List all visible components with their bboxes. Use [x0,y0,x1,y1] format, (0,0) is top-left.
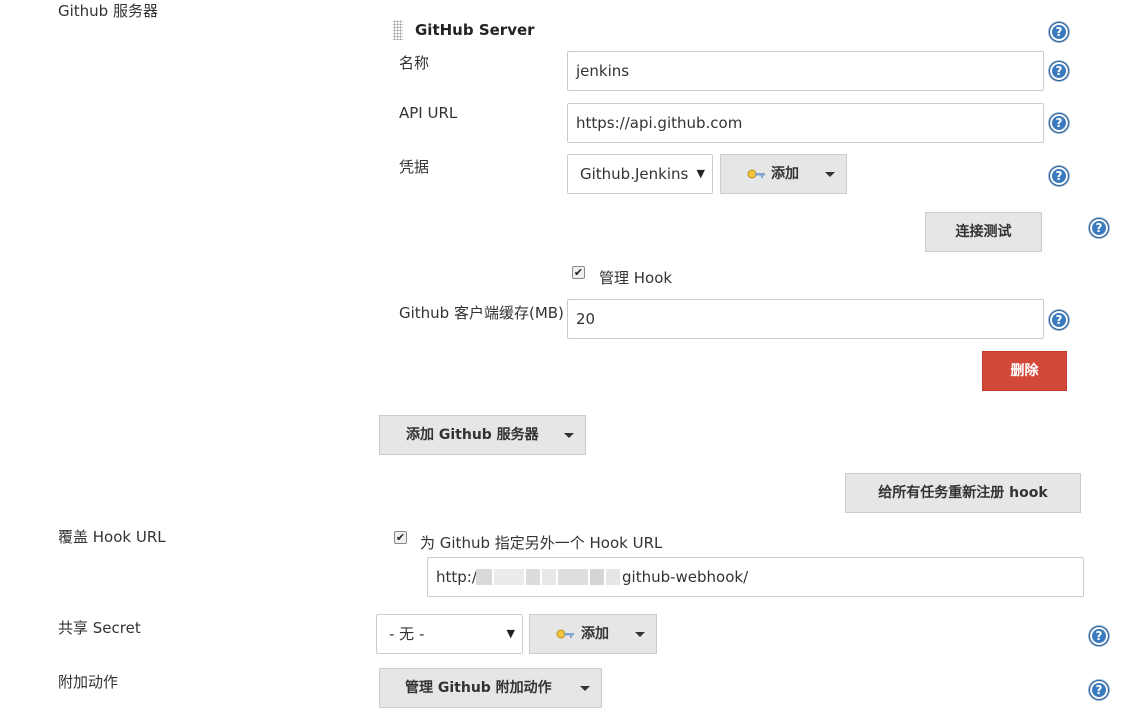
additional-actions-label: 附加动作 [58,673,119,691]
name-input[interactable]: jenkins [567,51,1044,91]
chevron-down-icon [635,632,645,637]
key-icon [747,169,765,179]
credentials-label: 凭据 [399,158,430,176]
redacted-block [558,569,588,585]
api-url-input[interactable]: https://api.github.com [567,103,1044,143]
add-credentials-button[interactable]: 添加 [720,154,847,194]
server-title: GitHub Server [415,21,535,39]
redacted-block [526,569,540,585]
help-icon[interactable]: ? [1049,166,1069,186]
name-label: 名称 [399,54,430,72]
override-hook-checkbox[interactable]: ✔ [394,531,407,544]
redacted-block [476,569,492,585]
manage-additional-actions-button[interactable]: 管理 Github 附加动作 [379,668,602,708]
key-icon [556,629,574,639]
chevron-down-icon [825,172,835,177]
test-connection-button[interactable]: 连接测试 [925,212,1042,252]
redacted-block [542,569,556,585]
redacted-block [590,569,604,585]
redacted-block [606,569,620,585]
add-secret-button[interactable]: 添加 [529,614,657,654]
reregister-hooks-button[interactable]: 给所有任务重新注册 hook [845,473,1081,513]
hook-url-input[interactable]: http:// github-webhook/ [427,557,1084,597]
shared-secret-selected: - 无 - [389,625,425,643]
help-icon[interactable]: ? [1089,626,1109,646]
hook-url-suffix: github-webhook/ [622,568,749,586]
help-icon[interactable]: ? [1089,218,1109,238]
redacted-block [494,569,524,585]
drag-handle-icon[interactable] [393,20,403,40]
help-icon[interactable]: ? [1089,680,1109,700]
help-icon[interactable]: ? [1049,61,1069,81]
chevron-down-icon [564,433,574,438]
cache-label: Github 客户端缓存(MB) [399,304,564,322]
credentials-selected: Github.Jenkins [580,165,689,183]
api-url-label: API URL [399,104,458,122]
add-credentials-label: 添加 [771,166,799,182]
credentials-select[interactable]: Github.Jenkins ▼ [567,154,713,194]
github-servers-label: Github 服务器 [58,2,158,20]
add-github-server-button[interactable]: 添加 Github 服务器 [379,415,586,455]
override-hook-checkbox-label: 为 Github 指定另外一个 Hook URL [420,534,663,552]
add-github-server-label: 添加 Github 服务器 [406,427,539,443]
shared-secret-select[interactable]: - 无 - ▼ [376,614,523,654]
override-hook-url-label: 覆盖 Hook URL [58,528,166,546]
manage-additional-actions-label: 管理 Github 附加动作 [405,680,552,696]
help-icon[interactable]: ? [1049,310,1069,330]
chevron-down-icon: ▼ [506,627,515,640]
manage-hook-label: 管理 Hook [599,269,673,287]
delete-button[interactable]: 删除 [982,351,1067,391]
chevron-down-icon: ▼ [696,167,705,180]
manage-hook-checkbox[interactable]: ✔ [572,266,585,279]
add-secret-label: 添加 [581,626,609,642]
shared-secret-label: 共享 Secret [58,619,141,637]
chevron-down-icon [580,686,590,691]
help-icon[interactable]: ? [1049,22,1069,42]
help-icon[interactable]: ? [1049,113,1069,133]
cache-input[interactable]: 20 [567,299,1044,339]
